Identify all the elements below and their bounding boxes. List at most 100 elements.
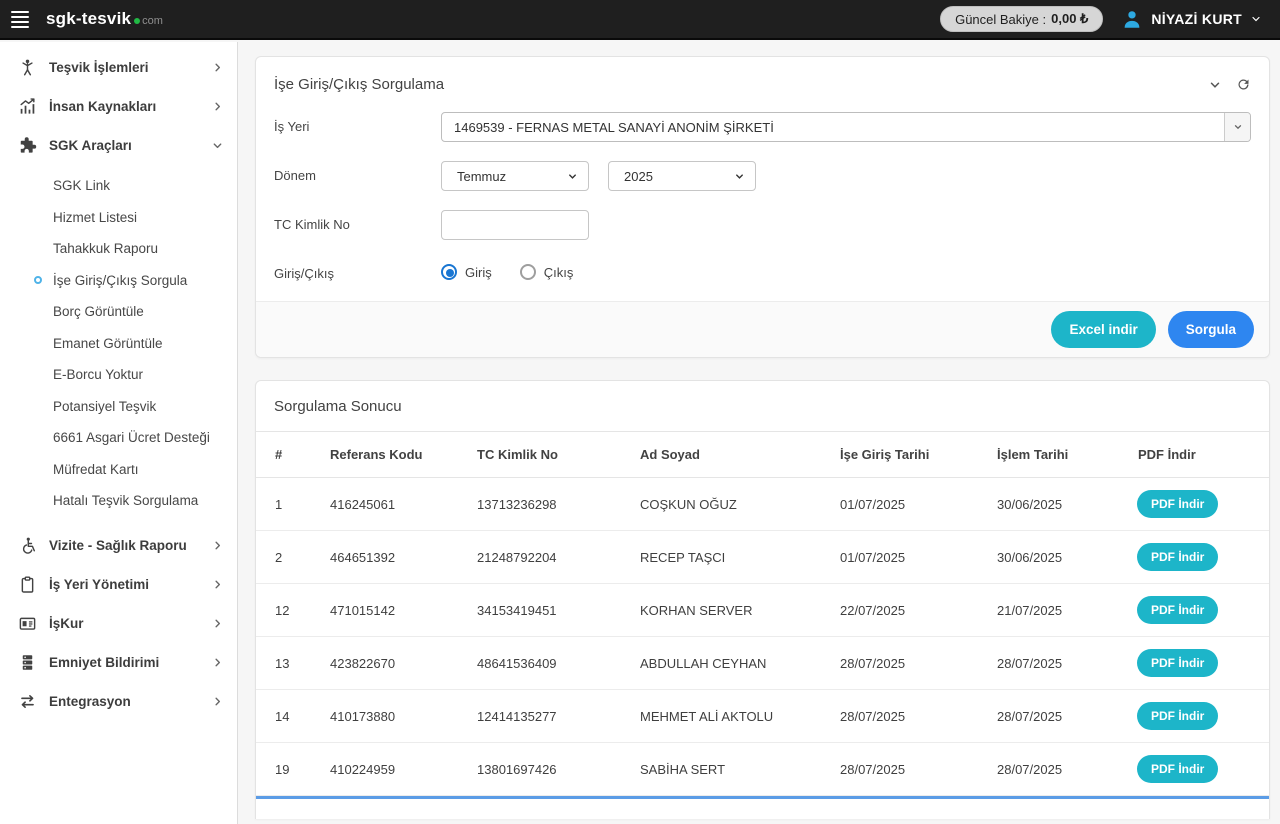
sidebar-subitem-label: Müfredat Kartı	[53, 462, 139, 477]
menu-toggle-icon[interactable]	[0, 0, 40, 39]
sidebar-subitem[interactable]: Borç Görüntüle	[0, 296, 237, 328]
results-table-head-row: #Referans KoduTC Kimlik NoAd Soyadİşe Gi…	[256, 432, 1269, 478]
sidebar-subitem-label: Hatalı Teşvik Sorgulama	[53, 493, 198, 508]
pdf-cell: PDF İndir	[1119, 690, 1269, 743]
chevron-down-icon	[1250, 13, 1262, 25]
islem-tarihi-cell: 28/07/2025	[987, 743, 1119, 796]
refresh-icon[interactable]	[1236, 77, 1251, 92]
sidebar-subitem[interactable]: 6661 Asgari Ücret Desteği	[0, 422, 237, 454]
sidebar-subitem[interactable]: Tahakkuk Raporu	[0, 233, 237, 265]
chevron-down-icon	[212, 140, 223, 151]
islem-tarihi-cell: 28/07/2025	[987, 637, 1119, 690]
sidebar-item-label: Teşvik İşlemleri	[49, 60, 149, 75]
pdf-cell: PDF İndir	[1119, 743, 1269, 796]
table-row: 13 423822670 48641536409 ABDULLAH CEYHAN…	[256, 637, 1269, 690]
ise-giris-tarihi-cell: 01/07/2025	[830, 478, 987, 531]
sidebar-subitem[interactable]: Potansiyel Teşvik	[0, 391, 237, 423]
puzzle-icon	[17, 136, 37, 156]
column-header: Referans Kodu	[320, 432, 467, 478]
sorgula-button[interactable]: Sorgula	[1168, 311, 1254, 348]
referans-kodu-cell: 464651392	[320, 531, 467, 584]
chevron-right-icon	[212, 657, 223, 668]
id-card-icon	[17, 613, 37, 633]
radio-unselected-icon	[520, 264, 536, 280]
accessibility-icon	[17, 58, 37, 78]
main-content: İşe Giriş/Çıkış Sorgulama İş Yeri 146953…	[239, 42, 1280, 824]
sidebar-subitem[interactable]: İşe Giriş/Çıkış Sorgula	[0, 265, 237, 297]
cikis-radio[interactable]: Çıkış	[520, 264, 574, 280]
sidebar-item-label: Entegrasyon	[49, 694, 131, 709]
sidebar-subitem-label: Tahakkuk Raporu	[53, 241, 158, 256]
table-row: 19 410224959 13801697426 SABİHA SERT 28/…	[256, 743, 1269, 796]
balance-value: 0,00 ₺	[1051, 11, 1088, 27]
ad-soyad-cell: SABİHA SERT	[630, 743, 830, 796]
sidebar-item[interactable]: İş Yeri Yönetimi	[0, 565, 237, 604]
excel-download-button[interactable]: Excel indir	[1051, 311, 1155, 348]
swap-arrows-icon	[17, 691, 37, 711]
analytics-icon	[17, 97, 37, 117]
column-header: İşlem Tarihi	[987, 432, 1119, 478]
pdf-download-button[interactable]: PDF İndir	[1137, 649, 1218, 677]
islem-tarihi-cell: 30/06/2025	[987, 531, 1119, 584]
pdf-download-button[interactable]: PDF İndir	[1137, 596, 1218, 624]
sidebar-item-label: İş Yeri Yönetimi	[49, 577, 149, 592]
pdf-cell: PDF İndir	[1119, 637, 1269, 690]
sidebar-item-label: SGK Araçları	[49, 138, 132, 153]
tc-kimlik-cell: 13801697426	[467, 743, 630, 796]
sidebar-item[interactable]: SGK Araçları	[0, 126, 237, 165]
row-number-cell: 1	[256, 478, 320, 531]
pdf-download-button[interactable]: PDF İndir	[1137, 543, 1218, 571]
sidebar-item[interactable]: İşKur	[0, 604, 237, 643]
month-select[interactable]: Temmuz	[441, 161, 589, 191]
cikis-radio-label: Çıkış	[544, 265, 574, 280]
islem-tarihi-cell: 21/07/2025	[987, 584, 1119, 637]
sidebar-subitem-label: Potansiyel Teşvik	[53, 399, 156, 414]
tc-kimlik-cell: 21248792204	[467, 531, 630, 584]
clipboard-icon	[17, 574, 37, 594]
year-select[interactable]: 2025	[608, 161, 756, 191]
tc-kimlik-input[interactable]	[441, 210, 589, 240]
isyeri-label: İş Yeri	[274, 112, 441, 134]
pdf-download-button[interactable]: PDF İndir	[1137, 702, 1218, 730]
sidebar-subitem[interactable]: E-Borcu Yoktur	[0, 359, 237, 391]
collapse-icon[interactable]	[1208, 78, 1222, 92]
sidebar-subitem[interactable]: Hatalı Teşvik Sorgulama	[0, 485, 237, 517]
sidebar-subitem-label: 6661 Asgari Ücret Desteği	[53, 430, 210, 445]
row-number-cell: 13	[256, 637, 320, 690]
table-row: 2 464651392 21248792204 RECEP TAŞCI 01/0…	[256, 531, 1269, 584]
user-menu[interactable]: NİYAZİ KURT	[1121, 8, 1262, 30]
pdf-download-button[interactable]: PDF İndir	[1137, 755, 1218, 783]
ad-soyad-cell: RECEP TAŞCI	[630, 531, 830, 584]
referans-kodu-cell: 410224959	[320, 743, 467, 796]
sidebar-subitem[interactable]: Hizmet Listesi	[0, 202, 237, 234]
referans-kodu-cell: 423822670	[320, 637, 467, 690]
column-header: Ad Soyad	[630, 432, 830, 478]
isyeri-select[interactable]: 1469539 - FERNAS METAL SANAYİ ANONİM ŞİR…	[441, 112, 1251, 142]
row-number-cell: 19	[256, 743, 320, 796]
donem-label: Dönem	[274, 161, 441, 183]
pdf-cell: PDF İndir	[1119, 478, 1269, 531]
chevron-right-icon	[212, 540, 223, 551]
sidebar-item[interactable]: Vizite - Sağlık Raporu	[0, 526, 237, 565]
sidebar-item[interactable]: Entegrasyon	[0, 682, 237, 721]
pdf-download-button[interactable]: PDF İndir	[1137, 490, 1218, 518]
sidebar-subitem[interactable]: SGK Link	[0, 170, 237, 202]
brand-logo[interactable]: sgk-tesvik com	[46, 9, 163, 29]
referans-kodu-cell: 416245061	[320, 478, 467, 531]
user-avatar-icon	[1121, 8, 1143, 30]
sidebar-item[interactable]: Teşvik İşlemleri	[0, 48, 237, 87]
giris-radio[interactable]: Giriş	[441, 264, 492, 280]
form-card-title: İşe Giriş/Çıkış Sorgulama	[274, 76, 444, 93]
ise-giris-tarihi-cell: 22/07/2025	[830, 584, 987, 637]
sidebar-subitem[interactable]: Müfredat Kartı	[0, 454, 237, 486]
giris-cikis-label: Giriş/Çıkış	[274, 259, 441, 281]
sidebar: Teşvik İşlemleri İnsan Kaynakları SGK Araç…	[0, 42, 238, 824]
sidebar-item[interactable]: İnsan Kaynakları	[0, 87, 237, 126]
chevron-right-icon	[212, 579, 223, 590]
year-selected-value: 2025	[624, 169, 653, 184]
table-row: 1 416245061 13713236298 COŞKUN OĞUZ 01/0…	[256, 478, 1269, 531]
sidebar-item[interactable]: Emniyet Bildirimi	[0, 643, 237, 682]
sidebar-subitem[interactable]: Emanet Görüntüle	[0, 328, 237, 360]
radio-selected-icon	[441, 264, 457, 280]
tc-kimlik-cell: 13713236298	[467, 478, 630, 531]
